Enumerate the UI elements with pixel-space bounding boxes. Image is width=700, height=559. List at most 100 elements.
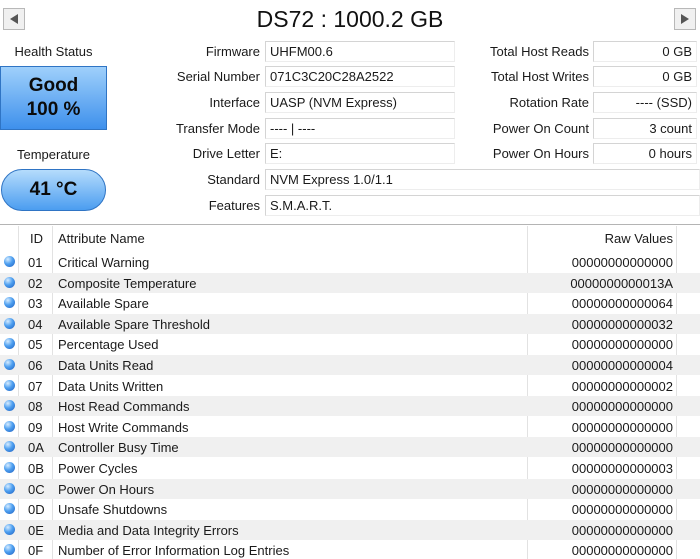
attribute-id: 07 (28, 378, 43, 394)
attribute-id: 0A (28, 440, 44, 456)
attribute-raw-value: 00000000000064 (571, 296, 673, 312)
health-percent-text: 100 % (26, 99, 81, 120)
table-row[interactable]: 0C Power On Hours 00000000000000 (0, 478, 700, 499)
attribute-id: 0D (28, 502, 45, 518)
power-on-hours-field: 0 hours (593, 143, 697, 164)
status-dot-icon (4, 359, 15, 370)
attribute-name: Power On Hours (58, 481, 155, 497)
status-dot-icon (4, 317, 15, 329)
temperature-label: Temperature (17, 147, 90, 162)
standard-field: NVM Express 1.0/1.1 (265, 169, 700, 190)
status-dot-icon (4, 297, 15, 309)
attribute-raw-value: 00000000000000 (571, 255, 673, 270)
status-dot-icon (4, 276, 15, 288)
transfer-mode-field: ---- | ---- (265, 118, 455, 139)
attribute-name: Available Spare Threshold (58, 316, 211, 332)
interface-field: UASP (NVM Express) (265, 92, 455, 113)
drive-letter-field: E: (265, 143, 455, 164)
disk-title: DS72 : 1000.2 GB (256, 6, 444, 32)
attribute-name: Media and Data Integrity Errors (58, 522, 239, 538)
smart-attributes-table[interactable]: ID Attribute Name Raw Values 01 Critical … (0, 224, 700, 559)
attribute-raw-value: 00000000000000 (571, 481, 673, 497)
header-raw-values[interactable]: Raw Values (605, 231, 673, 246)
status-dot-icon (4, 420, 15, 432)
power-on-hours-label: Power On Hours (492, 146, 589, 161)
table-row[interactable]: 01 Critical Warning 00000000000000 (0, 252, 700, 272)
status-dot-icon (4, 400, 15, 412)
power-on-count-field: 3 count (593, 118, 697, 139)
attribute-name: Unsafe Shutdowns (58, 502, 168, 518)
attribute-name: Power Cycles (58, 461, 138, 476)
status-dot-icon (4, 503, 15, 515)
table-row[interactable]: 0E Media and Data Integrity Errors 0000000… (0, 519, 700, 540)
attribute-raw-value: 00000000000003 (571, 461, 673, 476)
attribute-id: 06 (28, 358, 43, 373)
status-dot-icon (4, 544, 15, 556)
firmware-field: UHFM00.6 (265, 41, 455, 62)
attribute-name: Critical Warning (58, 255, 150, 270)
attribute-raw-value: 00000000000000 (571, 399, 673, 415)
attribute-id: 08 (28, 399, 43, 415)
table-row[interactable]: 09 Host Write Commands 00000000000000 (0, 417, 700, 437)
status-dot-icon (4, 256, 15, 267)
attribute-id: 03 (28, 296, 43, 312)
interface-label: Interface (209, 95, 260, 110)
attribute-id: 0B (28, 461, 44, 476)
status-dot-icon (4, 482, 15, 494)
rotation-rate-field: ---- (SSD) (593, 92, 697, 113)
total-host-writes-field: 0 GB (593, 66, 697, 87)
table-row[interactable]: 04 Available Spare Threshold 0000000000003… (0, 313, 700, 334)
header-attribute-name[interactable]: Attribute Name (58, 231, 145, 246)
table-row[interactable]: 06 Data Units Read 00000000000004 (0, 355, 700, 375)
table-row[interactable]: 02 Composite Temperature 0000000000013A (0, 272, 700, 293)
temperature-badge[interactable]: 41 °C (1, 169, 106, 211)
status-dot-icon (4, 379, 15, 391)
attribute-name: Percentage Used (58, 337, 159, 353)
total-host-writes-label: Total Host Writes (490, 69, 589, 84)
attribute-id: 0C (28, 481, 45, 497)
attribute-id: 0F (28, 543, 44, 559)
table-header: ID Attribute Name Raw Values (0, 225, 700, 252)
attribute-raw-value: 00000000000000 (571, 522, 673, 538)
attribute-name: Controller Busy Time (58, 440, 179, 456)
attribute-name: Available Spare (58, 296, 149, 312)
attribute-raw-value: 00000000000000 (571, 543, 673, 559)
rotation-rate-label: Rotation Rate (509, 95, 590, 110)
attribute-id: 04 (28, 316, 43, 332)
table-row[interactable]: 0D Unsafe Shutdowns 00000000000000 (0, 499, 700, 519)
table-row[interactable]: 05 Percentage Used 00000000000000 (0, 334, 700, 354)
attribute-raw-value: 00000000000000 (571, 440, 673, 456)
table-row[interactable]: 08 Host Read Commands 00000000000000 (0, 396, 700, 417)
table-row[interactable]: 0A Controller Busy Time 00000000000000 (0, 437, 700, 458)
table-row[interactable]: 07 Data Units Written 00000000000002 (0, 376, 700, 396)
serial-number-field: 071C3C20C28A2522 (265, 66, 455, 87)
status-dot-icon (4, 338, 15, 350)
transfer-mode-label: Transfer Mode (175, 121, 260, 136)
attribute-raw-value: 00000000000000 (571, 337, 673, 353)
status-dot-icon (4, 462, 15, 473)
attribute-raw-value: 00000000000004 (571, 358, 673, 373)
attribute-name: Data Units Written (58, 378, 164, 394)
attribute-raw-value: 00000000000032 (571, 316, 673, 332)
drive-letter-label: Drive Letter (192, 146, 260, 161)
attribute-id: 02 (28, 275, 43, 291)
health-status-badge[interactable]: Good 100 % (0, 66, 107, 130)
features-label: Features (208, 198, 260, 213)
health-status-text: Good (28, 75, 79, 96)
table-row[interactable]: 0F Number of Error Information Log Entrie… (0, 540, 700, 559)
health-status-label: Health Status (14, 44, 93, 59)
header-id[interactable]: ID (30, 231, 43, 246)
attribute-id: 0E (28, 522, 44, 538)
attribute-name: Host Write Commands (58, 419, 189, 435)
firmware-label: Firmware (205, 44, 260, 59)
attribute-name: Composite Temperature (58, 275, 197, 291)
table-row[interactable]: 0B Power Cycles 00000000000003 (0, 458, 700, 478)
features-field: S.M.A.R.T. (265, 195, 700, 216)
table-row[interactable]: 03 Available Spare 00000000000064 (0, 293, 700, 313)
serial-number-label: Serial Number (176, 69, 260, 84)
power-on-count-label: Power On Count (492, 121, 589, 136)
attribute-raw-value: 0000000000013A (570, 275, 673, 291)
standard-label: Standard (207, 172, 260, 187)
attribute-raw-value: 00000000000002 (571, 378, 673, 394)
status-dot-icon (4, 523, 15, 535)
